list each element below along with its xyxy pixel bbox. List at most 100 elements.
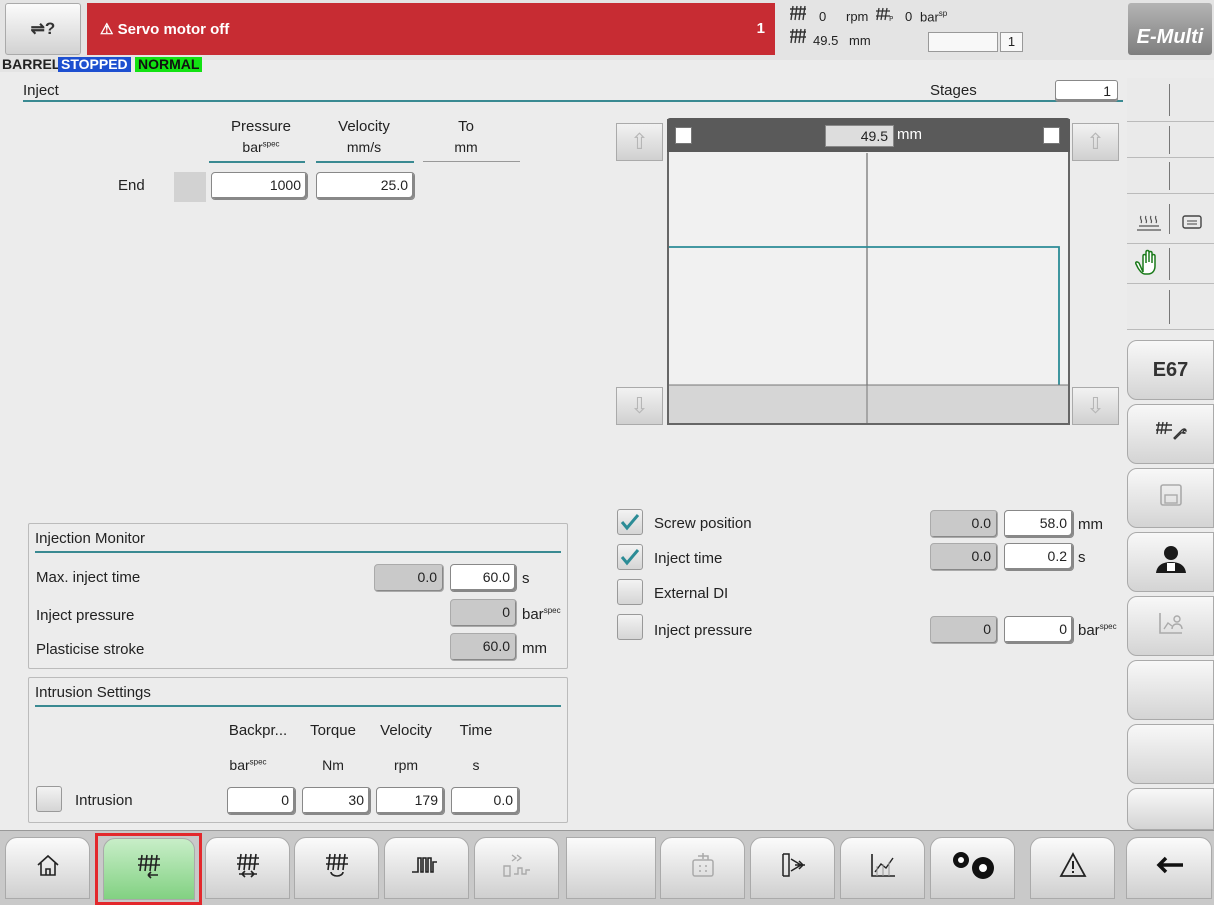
nav-alarms[interactable] (1030, 837, 1115, 899)
max-inject-time-label: Max. inject time (36, 569, 141, 586)
alarm-icon (1058, 852, 1087, 884)
save-button[interactable] (1127, 468, 1214, 528)
e67-button[interactable]: E67 (1127, 340, 1214, 400)
graph-left-checkbox[interactable] (675, 127, 692, 144)
screw-position-label: Screw position (654, 515, 752, 532)
intrusion-time-input[interactable]: 0.0 (451, 787, 520, 815)
floppy-disk-icon (1159, 483, 1183, 513)
service-button[interactable] (1127, 404, 1214, 464)
intrusion-backpressure-input[interactable]: 0 (227, 787, 296, 815)
graph-right-checkbox[interactable] (1043, 127, 1060, 144)
velocity-col-unit: mm/s (346, 139, 382, 155)
intrusion-checkbox[interactable] (36, 786, 62, 812)
cycle-progress-field (928, 32, 998, 52)
screw-position-input[interactable]: 58.0 (1004, 510, 1074, 538)
pressure-icon: P (874, 7, 894, 26)
plasticise-stroke-unit: mm (522, 640, 547, 657)
nav-sequence[interactable] (474, 837, 559, 899)
user-button[interactable] (1127, 532, 1214, 592)
external-di-label: External DI (654, 585, 729, 602)
inject-time-input[interactable]: 0.2 (1004, 543, 1074, 571)
time-col-header: Time (459, 722, 493, 739)
graph-down-right-button[interactable]: ⇩ (1072, 387, 1119, 425)
screw-position-unit: mm (1078, 516, 1103, 533)
graph-up-left-button[interactable]: ⇧ (616, 123, 663, 161)
end-stage-label: End (118, 177, 145, 194)
nav-graph[interactable] (840, 837, 925, 899)
external-di-checkbox[interactable] (617, 579, 643, 605)
sequence-icon (500, 852, 534, 884)
graph-footer (669, 385, 1068, 423)
pressure-col-unit: barspec (242, 139, 280, 155)
back-arrow-icon (1153, 855, 1185, 881)
mould-icon (690, 852, 716, 884)
arrow-down-icon: ⇩ (630, 393, 649, 418)
torque-col-header: Torque (310, 722, 356, 739)
graph-down-left-button[interactable]: ⇩ (616, 387, 663, 425)
statistics-button[interactable] (1127, 596, 1214, 656)
nav-hold-pressure[interactable] (205, 837, 290, 899)
screw-position-unit: mm (849, 33, 871, 48)
sidebar-empty-button[interactable] (1127, 724, 1214, 784)
nav-empty[interactable] (566, 837, 656, 899)
to-col-unit: mm (454, 139, 478, 155)
profile-plot (669, 153, 1068, 423)
intrusion-label: Intrusion (75, 792, 133, 809)
arrow-down-icon: ⇩ (1086, 393, 1105, 418)
checkmark-icon (620, 514, 640, 531)
nav-settings[interactable] (930, 837, 1015, 899)
nav-plasticise[interactable] (294, 837, 379, 899)
pressure-unit: barsp (920, 9, 948, 25)
monitor-inject-pressure-unit: barspec (522, 606, 561, 623)
sidebar-slot (1127, 78, 1214, 122)
end-pressure-input[interactable]: 1000 (211, 172, 308, 200)
sidebar-status-slot (1127, 194, 1214, 244)
graph-up-right-button[interactable]: ⇧ (1072, 123, 1119, 161)
alarm-bar[interactable]: ⚠ Servo motor off 1 (87, 3, 775, 55)
nav-temperature[interactable] (384, 837, 469, 899)
time-col-unit: s (472, 757, 480, 773)
settings-icon (947, 848, 999, 888)
intrusion-velocity-input[interactable]: 179 (376, 787, 445, 815)
sidebar-empty-button[interactable] (1127, 660, 1214, 720)
inject-pressure-checkbox[interactable] (617, 614, 643, 640)
end-velocity-input[interactable]: 25.0 (316, 172, 415, 200)
inject-pressure-label: Inject pressure (654, 622, 753, 639)
home-icon (35, 852, 61, 884)
screw-position-actual: 0.0 (930, 510, 998, 538)
max-inject-time-input[interactable]: 60.0 (450, 564, 517, 592)
inject-time-checkbox[interactable] (617, 544, 643, 570)
to-col-header: To (458, 118, 474, 135)
sidebar-empty-button[interactable] (1127, 788, 1214, 830)
group-title: Injection Monitor (35, 530, 146, 547)
inject-time-actual: 0.0 (930, 543, 998, 571)
chart-user-icon (1158, 611, 1184, 641)
help-button[interactable]: ⇌? (5, 3, 81, 55)
ejector-icon (779, 851, 807, 885)
nav-ejector[interactable] (750, 837, 835, 899)
to-col-underline (423, 161, 520, 162)
velocity-col-underline (316, 161, 414, 163)
alarm-text: ⚠ Servo motor off (100, 21, 230, 38)
group-title-line (35, 551, 561, 553)
screw-position-checkbox[interactable] (617, 509, 643, 535)
nav-back[interactable] (1126, 837, 1212, 899)
page-title: Inject (23, 82, 59, 99)
nav-home[interactable] (5, 837, 90, 899)
intrusion-torque-input[interactable]: 30 (302, 787, 371, 815)
inject-pressure-input[interactable]: 0 (1004, 616, 1074, 644)
machine-state-badge: STOPPED (58, 57, 131, 72)
velocity-col-header: Velocity (338, 118, 390, 135)
stages-input[interactable]: 1 (1055, 80, 1118, 102)
nav-mould[interactable] (660, 837, 745, 899)
inject-profile-graph (667, 119, 1070, 425)
screw-position-value: 49.5 (813, 33, 839, 48)
arrow-up-icon: ⇧ (1086, 129, 1105, 154)
graph-position-value: 49.5 (825, 125, 894, 147)
help-icon: ⇌? (30, 19, 56, 38)
heater-icon (1135, 214, 1163, 236)
plasticise-stroke-label: Plasticise stroke (36, 641, 145, 658)
inject-pressure-unit: barspec (1078, 622, 1117, 639)
group-title-line (35, 705, 561, 707)
checkmark-icon (620, 549, 640, 566)
